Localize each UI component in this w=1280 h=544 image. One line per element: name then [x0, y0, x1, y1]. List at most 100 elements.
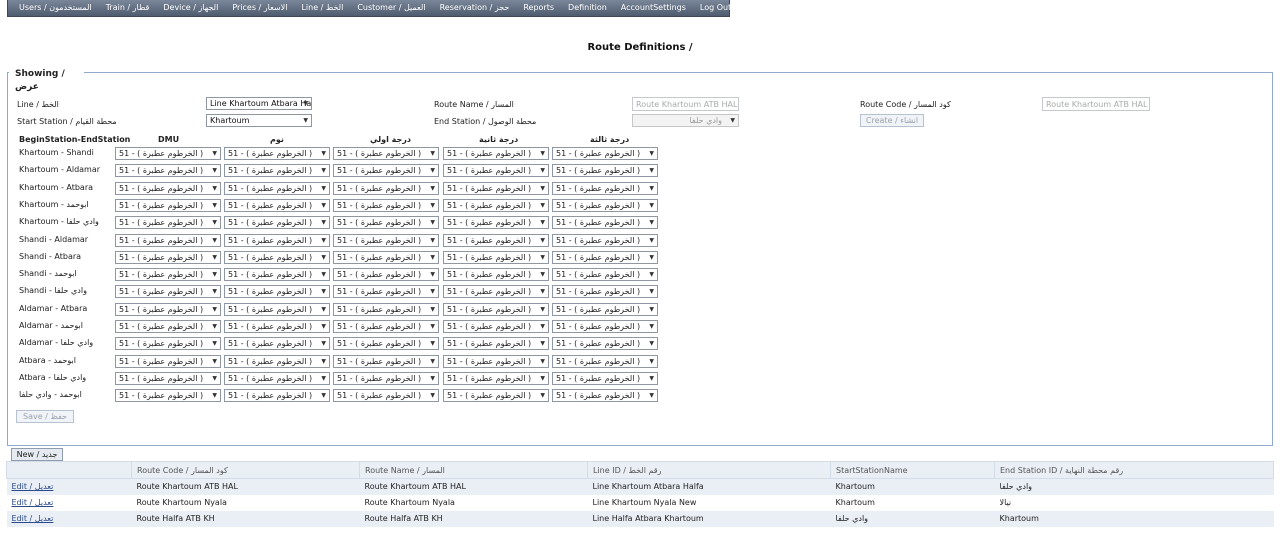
edit-link[interactable]: Edit / تعديل [12, 482, 54, 491]
grid-select-second-class[interactable]: 51 - ( الخرطوم عطبرة ) ▼ [443, 389, 549, 403]
grid-select-dmu[interactable]: 51 - ( الخرطوم عطبرة ) ▼ [115, 389, 221, 403]
edit-link[interactable]: Edit / تعديل [12, 514, 54, 523]
grid-select-first-class[interactable]: 51 - ( الخرطوم عطبرة ) ▼ [333, 233, 439, 247]
grid-select-dmu[interactable]: 51 - ( الخرطوم عطبرة ) ▼ [115, 320, 221, 333]
grid-select-third-class[interactable]: 51 - ( الخرطوم عطبرة ) ▼ [552, 164, 658, 178]
grid-select-third-class[interactable]: 51 - ( الخرطوم عطبرة ) ▼ [552, 198, 658, 212]
grid-select-first-class[interactable]: 51 - ( الخرطوم عطبرة ) ▼ [333, 216, 439, 230]
menu-train[interactable]: Train / قطار [99, 0, 157, 16]
grid-row: ابوحمد - وادي حلفا 51 - ( الخرطوم عطبرة )… [0, 388, 700, 405]
grid-select-dmu[interactable]: 51 - ( الخرطوم عطبرة ) ▼ [115, 198, 221, 212]
grid-select-first-class[interactable]: 51 - ( الخرطوم عطبرة ) ▼ [333, 285, 439, 299]
grid-select-sleeper[interactable]: 51 - ( الخرطوم عطبرة ) ▼ [224, 233, 330, 247]
menu-device[interactable]: Device / الجهاز [156, 0, 225, 16]
grid-select-second-class[interactable]: 51 - ( الخرطوم عطبرة ) ▼ [443, 233, 549, 247]
grid-select-sleeper[interactable]: 51 - ( الخرطوم عطبرة ) ▼ [224, 354, 330, 368]
grid-select-dmu[interactable]: 51 - ( الخرطوم عطبرة ) ▼ [115, 147, 221, 160]
grid-select-dmu[interactable]: 51 - ( الخرطوم عطبرة ) ▼ [115, 250, 221, 264]
new-button[interactable]: New / جديد [11, 448, 63, 461]
grid-select-third-class[interactable]: 51 - ( الخرطوم عطبرة ) ▼ [552, 302, 658, 316]
route-code-input[interactable]: Route Khartoum ATB HAL [1042, 97, 1150, 111]
grid-select-sleeper[interactable]: 51 - ( الخرطوم عطبرة ) ▼ [224, 250, 330, 264]
grid-select-second-class[interactable]: 51 - ( الخرطوم عطبرة ) ▼ [443, 302, 549, 316]
grid-select-third-class[interactable]: 51 - ( الخرطوم عطبرة ) ▼ [552, 216, 658, 230]
grid-select-dmu[interactable]: 51 - ( الخرطوم عطبرة ) ▼ [115, 337, 221, 351]
grid-select-dmu[interactable]: 51 - ( الخرطوم عطبرة ) ▼ [115, 268, 221, 282]
save-button[interactable]: Save / حفظ [16, 410, 74, 423]
grid-select-dmu[interactable]: 51 - ( الخرطوم عطبرة ) ▼ [115, 164, 221, 178]
grid-select-second-class[interactable]: 51 - ( الخرطوم عطبرة ) ▼ [443, 250, 549, 264]
grid-select-second-class[interactable]: 51 - ( الخرطوم عطبرة ) ▼ [443, 164, 549, 178]
menu-reservation[interactable]: Reservation / حجز [433, 0, 517, 16]
grid-select-second-class[interactable]: 51 - ( الخرطوم عطبرة ) ▼ [443, 181, 549, 195]
grid-select-third-class[interactable]: 51 - ( الخرطوم عطبرة ) ▼ [552, 320, 658, 333]
grid-select-first-class[interactable]: 51 - ( الخرطوم عطبرة ) ▼ [333, 250, 439, 264]
grid-select-third-class[interactable]: 51 - ( الخرطوم عطبرة ) ▼ [552, 337, 658, 351]
grid-select-sleeper[interactable]: 51 - ( الخرطوم عطبرة ) ▼ [224, 147, 330, 160]
grid-select-first-class[interactable]: 51 - ( الخرطوم عطبرة ) ▼ [333, 320, 439, 333]
grid-select-first-class[interactable]: 51 - ( الخرطوم عطبرة ) ▼ [333, 337, 439, 351]
grid-select-dmu[interactable]: 51 - ( الخرطوم عطبرة ) ▼ [115, 371, 221, 385]
grid-select-sleeper[interactable]: 51 - ( الخرطوم عطبرة ) ▼ [224, 216, 330, 230]
grid-select-second-class[interactable]: 51 - ( الخرطوم عطبرة ) ▼ [443, 147, 549, 160]
grid-select-sleeper[interactable]: 51 - ( الخرطوم عطبرة ) ▼ [224, 198, 330, 212]
menu-log-out[interactable]: Log Out / خروج [693, 0, 765, 16]
grid-select-first-class[interactable]: 51 - ( الخرطوم عطبرة ) ▼ [333, 147, 439, 160]
grid-select-second-class[interactable]: 51 - ( الخرطوم عطبرة ) ▼ [443, 216, 549, 230]
grid-select-third-class[interactable]: 51 - ( الخرطوم عطبرة ) ▼ [552, 250, 658, 264]
grid-select-second-class[interactable]: 51 - ( الخرطوم عطبرة ) ▼ [443, 198, 549, 212]
grid-select-third-class[interactable]: 51 - ( الخرطوم عطبرة ) ▼ [552, 233, 658, 247]
grid-select-second-class[interactable]: 51 - ( الخرطوم عطبرة ) ▼ [443, 371, 549, 385]
grid-select-third-class[interactable]: 51 - ( الخرطوم عطبرة ) ▼ [552, 181, 658, 195]
grid-select-first-class[interactable]: 51 - ( الخرطوم عطبرة ) ▼ [333, 389, 439, 403]
grid-select-sleeper[interactable]: 51 - ( الخرطوم عطبرة ) ▼ [224, 389, 330, 403]
grid-select-dmu[interactable]: 51 - ( الخرطوم عطبرة ) ▼ [115, 285, 221, 299]
menu-line[interactable]: Line / الخط [294, 0, 350, 16]
dropdown-arrow-icon: ▼ [212, 167, 217, 175]
grid-select-second-class[interactable]: 51 - ( الخرطوم عطبرة ) ▼ [443, 337, 549, 351]
menu-definition[interactable]: Definition [561, 0, 614, 16]
grid-select-first-class[interactable]: 51 - ( الخرطوم عطبرة ) ▼ [333, 268, 439, 282]
grid-select-third-class[interactable]: 51 - ( الخرطوم عطبرة ) ▼ [552, 147, 658, 160]
grid-select-third-class[interactable]: 51 - ( الخرطوم عطبرة ) ▼ [552, 389, 658, 403]
grid-select-second-class[interactable]: 51 - ( الخرطوم عطبرة ) ▼ [443, 354, 549, 368]
grid-select-dmu[interactable]: 51 - ( الخرطوم عطبرة ) ▼ [115, 354, 221, 368]
grid-row-label: Khartoum - Aldamar [19, 165, 101, 175]
grid-select-sleeper[interactable]: 51 - ( الخرطوم عطبرة ) ▼ [224, 302, 330, 316]
grid-select-third-class[interactable]: 51 - ( الخرطوم عطبرة ) ▼ [552, 371, 658, 385]
grid-select-first-class[interactable]: 51 - ( الخرطوم عطبرة ) ▼ [333, 164, 439, 178]
route-name-input[interactable]: Route Khartoum ATB HAL [632, 97, 739, 111]
edit-link[interactable]: Edit / تعديل [12, 498, 54, 507]
grid-select-sleeper[interactable]: 51 - ( الخرطوم عطبرة ) ▼ [224, 181, 330, 195]
menu-account-settings[interactable]: AccountSettings [614, 0, 693, 16]
grid-select-first-class[interactable]: 51 - ( الخرطوم عطبرة ) ▼ [333, 181, 439, 195]
grid-select-sleeper[interactable]: 51 - ( الخرطوم عطبرة ) ▼ [224, 164, 330, 178]
menu-users[interactable]: Users / المستخدمون [12, 0, 99, 16]
grid-select-second-class[interactable]: 51 - ( الخرطوم عطبرة ) ▼ [443, 285, 549, 299]
end-station-select[interactable]: وادي حلفا ▼ [632, 114, 739, 127]
grid-select-second-class[interactable]: 51 - ( الخرطوم عطبرة ) ▼ [443, 268, 549, 282]
menu-prices[interactable]: Prices / الاسعار [225, 0, 294, 16]
grid-select-first-class[interactable]: 51 - ( الخرطوم عطبرة ) ▼ [333, 198, 439, 212]
grid-select-sleeper[interactable]: 51 - ( الخرطوم عطبرة ) ▼ [224, 268, 330, 282]
grid-select-sleeper[interactable]: 51 - ( الخرطوم عطبرة ) ▼ [224, 320, 330, 333]
grid-select-second-class[interactable]: 51 - ( الخرطوم عطبرة ) ▼ [443, 320, 549, 333]
grid-select-first-class[interactable]: 51 - ( الخرطوم عطبرة ) ▼ [333, 371, 439, 385]
grid-select-third-class[interactable]: 51 - ( الخرطوم عطبرة ) ▼ [552, 268, 658, 282]
grid-select-sleeper[interactable]: 51 - ( الخرطوم عطبرة ) ▼ [224, 337, 330, 351]
grid-select-dmu[interactable]: 51 - ( الخرطوم عطبرة ) ▼ [115, 181, 221, 195]
create-button[interactable]: Create / انشاء [860, 114, 924, 127]
grid-select-dmu[interactable]: 51 - ( الخرطوم عطبرة ) ▼ [115, 302, 221, 316]
menu-reports[interactable]: Reports [516, 0, 561, 16]
grid-select-third-class[interactable]: 51 - ( الخرطوم عطبرة ) ▼ [552, 354, 658, 368]
grid-select-dmu[interactable]: 51 - ( الخرطوم عطبرة ) ▼ [115, 216, 221, 230]
grid-select-first-class[interactable]: 51 - ( الخرطوم عطبرة ) ▼ [333, 302, 439, 316]
grid-select-first-class[interactable]: 51 - ( الخرطوم عطبرة ) ▼ [333, 354, 439, 368]
grid-select-third-class[interactable]: 51 - ( الخرطوم عطبرة ) ▼ [552, 285, 658, 299]
grid-select-sleeper[interactable]: 51 - ( الخرطوم عطبرة ) ▼ [224, 371, 330, 385]
grid-select-sleeper[interactable]: 51 - ( الخرطوم عطبرة ) ▼ [224, 285, 330, 299]
menu-customer[interactable]: Customer / العميل [350, 0, 432, 16]
start-station-select[interactable]: Khartoum ▼ [206, 114, 312, 127]
line-select[interactable]: Line Khartoum Atbara Ha ▼ [206, 97, 312, 110]
grid-select-dmu[interactable]: 51 - ( الخرطوم عطبرة ) ▼ [115, 233, 221, 247]
